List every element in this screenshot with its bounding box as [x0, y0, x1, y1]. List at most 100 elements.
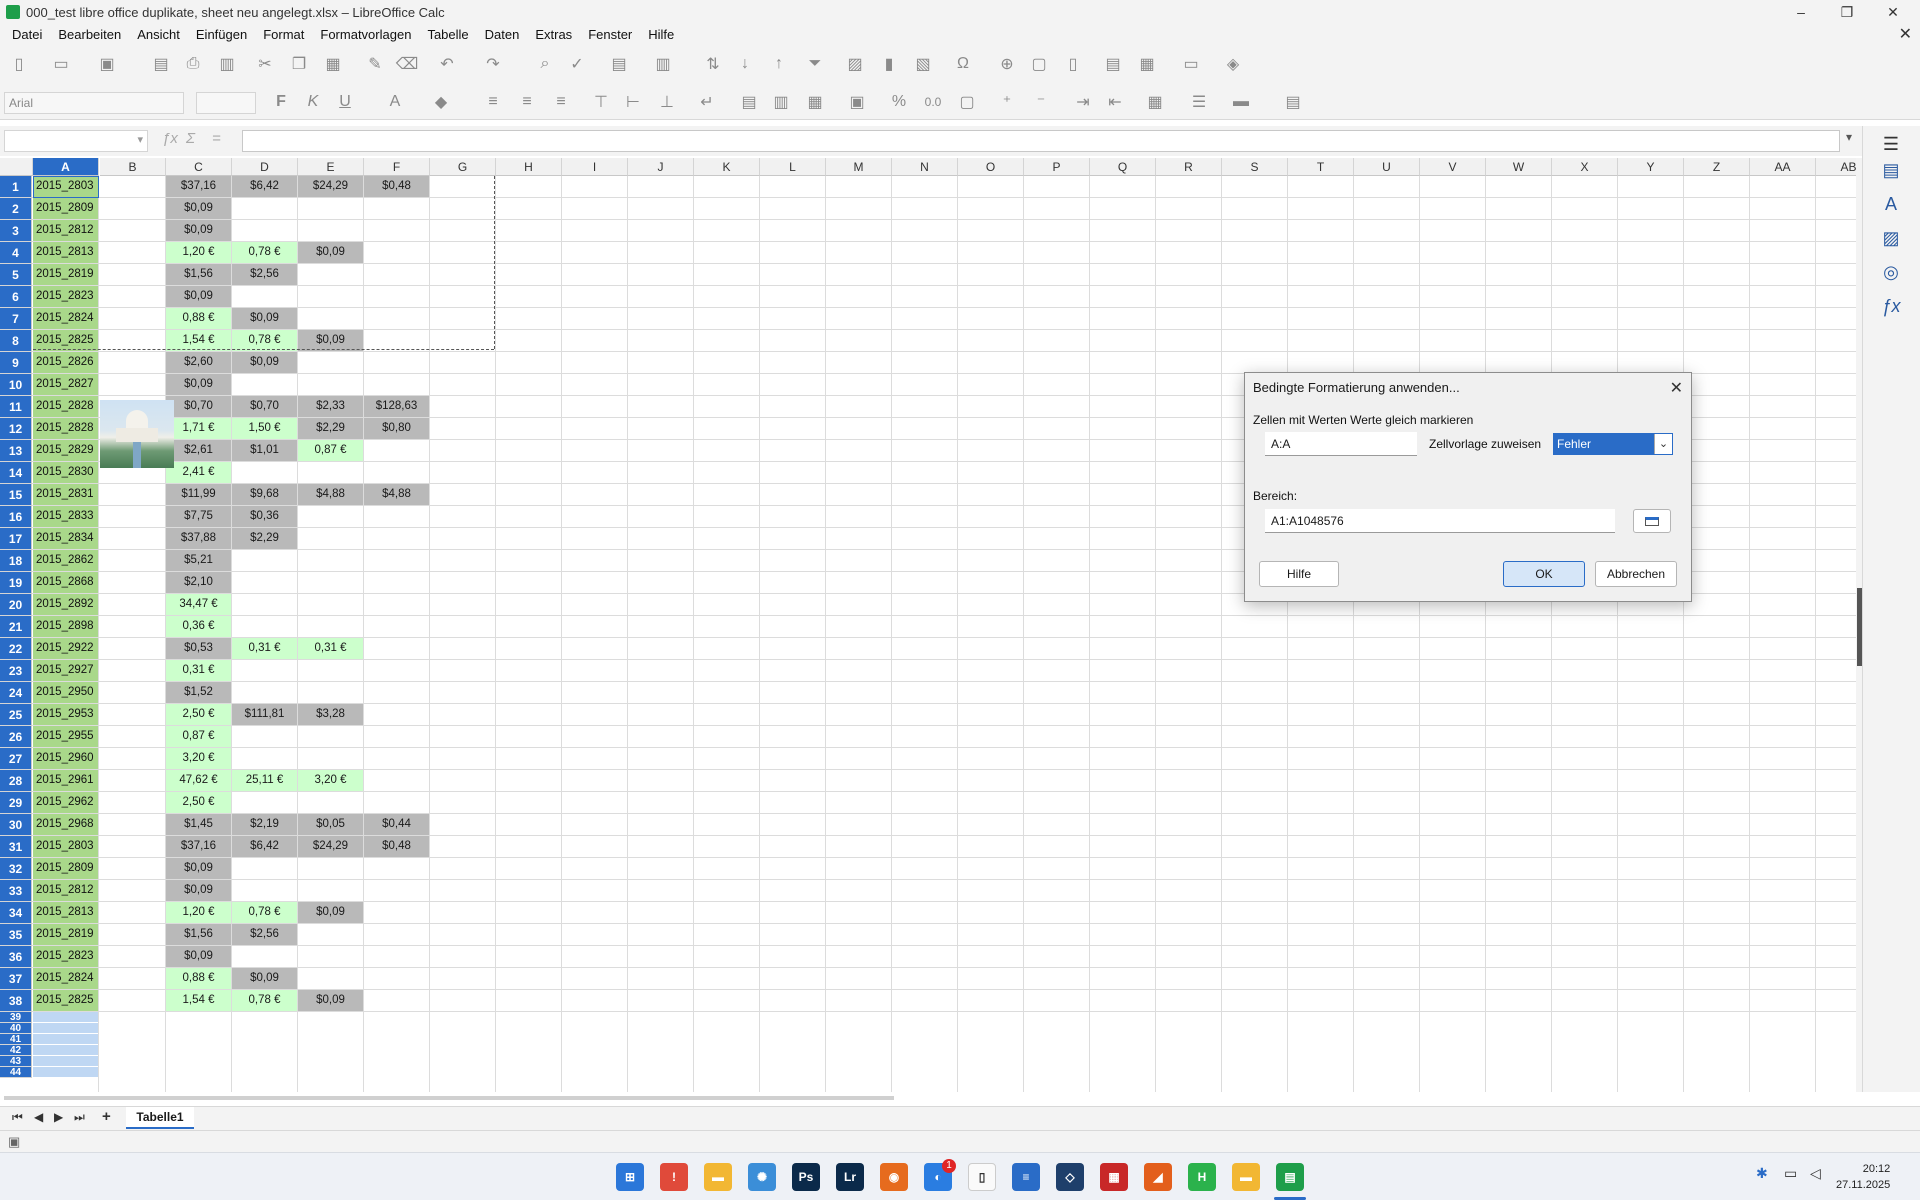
cell-c[interactable]: 0,87 € [166, 726, 231, 747]
column-header-e[interactable]: E [298, 158, 364, 176]
new-document-icon[interactable]: ▯ [8, 53, 30, 75]
cell-a[interactable]: 2015_2825 [33, 990, 98, 1011]
delete-decimal-icon[interactable]: ⁻ [1030, 91, 1052, 113]
range-input[interactable]: A1:A1048576 [1265, 509, 1615, 533]
cut-icon[interactable]: ✂ [254, 53, 276, 75]
navigator-icon[interactable]: ◎ [1879, 260, 1903, 284]
cell-a[interactable]: 2015_2830 [33, 462, 98, 483]
increase-indent-icon[interactable]: ⇥ [1072, 91, 1094, 113]
cell-c[interactable]: $37,16 [166, 176, 231, 197]
save-icon[interactable]: ▣ [96, 53, 118, 75]
row-header[interactable]: 31 [0, 836, 32, 858]
border-style-icon[interactable]: ☰ [1188, 91, 1210, 113]
cell-a[interactable] [33, 1023, 98, 1033]
highlight-color-icon[interactable]: ◆ [430, 91, 452, 113]
split-window-icon[interactable]: ▭ [1180, 53, 1202, 75]
photoshop-icon[interactable]: Ps [792, 1163, 820, 1191]
cell-a[interactable]: 2015_2812 [33, 220, 98, 241]
add-sheet-button[interactable]: + [102, 1108, 111, 1125]
row-header[interactable]: 14 [0, 462, 32, 484]
ok-button[interactable]: OK [1503, 561, 1585, 587]
column-header-q[interactable]: Q [1090, 158, 1156, 176]
merge-center-icon[interactable]: ▤ [738, 91, 760, 113]
center-vertically-icon[interactable]: ⊢ [622, 91, 644, 113]
column-header-x[interactable]: X [1552, 158, 1618, 176]
column-header-u[interactable]: U [1354, 158, 1420, 176]
row-header[interactable]: 9 [0, 352, 32, 374]
cell-a[interactable]: 2015_2950 [33, 682, 98, 703]
cell-c[interactable]: 2,50 € [166, 704, 231, 725]
row-header[interactable]: 27 [0, 748, 32, 770]
cell-f[interactable]: $0,48 [364, 176, 429, 197]
export-pdf-icon[interactable]: ▤ [150, 53, 172, 75]
cell-c[interactable]: $37,88 [166, 528, 231, 549]
print-icon[interactable]: ⎙ [182, 53, 204, 75]
cell-e[interactable]: $0,09 [298, 242, 363, 263]
paste-icon[interactable]: ▦ [322, 53, 344, 75]
pivot-table-icon[interactable]: ▧ [912, 53, 934, 75]
comment-icon[interactable]: ▢ [1028, 53, 1050, 75]
document-app-icon[interactable]: ▯ [968, 1163, 996, 1191]
cell-a[interactable]: 2015_2927 [33, 660, 98, 681]
menu-item-hilfe[interactable]: Hilfe [640, 24, 682, 46]
cell-c[interactable]: $7,75 [166, 506, 231, 527]
cell-a[interactable]: 2015_2868 [33, 572, 98, 593]
cell-e[interactable]: $4,88 [298, 484, 363, 505]
row-header[interactable]: 11 [0, 396, 32, 418]
column-header-j[interactable]: J [628, 158, 694, 176]
column-header-r[interactable]: R [1156, 158, 1222, 176]
menu-item-formatvorlagen[interactable]: Formatvorlagen [312, 24, 419, 46]
cell-a[interactable]: 2015_2968 [33, 814, 98, 835]
close-document-button[interactable]: ✕ [1899, 24, 1912, 46]
row-header[interactable]: 6 [0, 286, 32, 308]
column-header-i[interactable]: I [562, 158, 628, 176]
headers-footers-icon[interactable]: ▯ [1062, 53, 1084, 75]
row-header[interactable]: 40 [0, 1023, 32, 1034]
cell-a[interactable] [33, 1056, 98, 1066]
embedded-image[interactable] [100, 400, 174, 468]
cell-c[interactable]: $2,61 [166, 440, 231, 461]
cell-d[interactable]: $0,36 [232, 506, 297, 527]
cell-c[interactable]: $0,09 [166, 946, 231, 967]
freeze-rows-icon[interactable]: ▦ [1136, 53, 1158, 75]
cell-a[interactable]: 2015_2828 [33, 396, 98, 417]
folder-icon[interactable]: ▬ [1232, 1163, 1260, 1191]
cell-f[interactable]: $128,63 [364, 396, 429, 417]
app-icon-h[interactable]: H [1188, 1163, 1216, 1191]
row-header[interactable]: 15 [0, 484, 32, 506]
cell-a[interactable]: 2015_2892 [33, 594, 98, 615]
formula-icon[interactable]: = [212, 130, 221, 147]
cell-c[interactable]: 1,20 € [166, 242, 231, 263]
cell-c[interactable]: 1,54 € [166, 330, 231, 351]
cell-c[interactable]: $1,45 [166, 814, 231, 835]
cell-d[interactable]: 0,78 € [232, 902, 297, 923]
cell-a[interactable]: 2015_2831 [33, 484, 98, 505]
cell-c[interactable]: 47,62 € [166, 770, 231, 791]
print-preview-icon[interactable]: ▥ [216, 53, 238, 75]
column-header-n[interactable]: N [892, 158, 958, 176]
column-header-k[interactable]: K [694, 158, 760, 176]
cell-c[interactable]: 34,47 € [166, 594, 231, 615]
row-header[interactable]: 16 [0, 506, 32, 528]
firefox-icon[interactable]: ◉ [880, 1163, 908, 1191]
sort-icon[interactable]: ⇅ [702, 53, 724, 75]
cell-a[interactable]: 2015_2824 [33, 968, 98, 989]
cell-d[interactable]: $2,56 [232, 264, 297, 285]
cell-c[interactable]: $1,52 [166, 682, 231, 703]
cell-c[interactable]: $0,09 [166, 220, 231, 241]
row-header[interactable]: 37 [0, 968, 32, 990]
row-header[interactable]: 33 [0, 880, 32, 902]
cell-c[interactable]: 3,20 € [166, 748, 231, 769]
app-icon-dark[interactable]: ◇ [1056, 1163, 1084, 1191]
cell-d[interactable]: $0,09 [232, 352, 297, 373]
row-header[interactable]: 1 [0, 176, 32, 198]
cell-e[interactable]: 0,87 € [298, 440, 363, 461]
align-top-icon[interactable]: ⊤ [590, 91, 612, 113]
expand-formula-icon[interactable]: ▾ [1846, 130, 1852, 144]
row-header[interactable]: 8 [0, 330, 32, 352]
percent-format-button[interactable]: % [888, 91, 910, 113]
cell-d[interactable]: $111,81 [232, 704, 297, 725]
cell-a[interactable] [33, 1067, 98, 1077]
cell-d[interactable]: $0,09 [232, 968, 297, 989]
clone-formatting-icon[interactable]: ✎ [364, 53, 386, 75]
